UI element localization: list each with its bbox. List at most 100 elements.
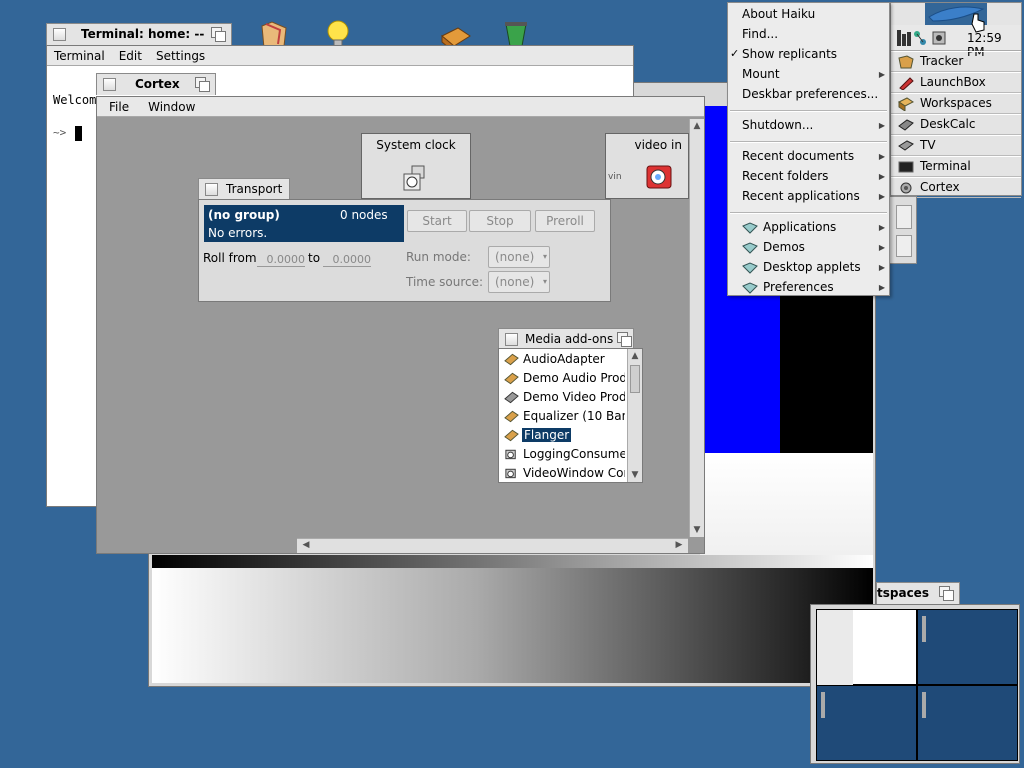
close-icon[interactable] — [205, 183, 218, 196]
menu-item-demos[interactable]: Demos — [763, 240, 805, 254]
menu-item-desktop-applets[interactable]: Desktop applets — [763, 260, 861, 274]
start-button[interactable]: Start — [407, 210, 467, 232]
workspace-window-thumb — [817, 610, 853, 686]
cortex-vertical-scrollbar[interactable]: ▲ ▼ — [689, 119, 704, 537]
volume-icon[interactable] — [931, 30, 947, 46]
submenu-arrow-icon: ▶ — [878, 152, 885, 161]
zoom-icon[interactable] — [617, 332, 632, 347]
workspace-window-thumb — [922, 616, 926, 642]
scroll-down-arrow[interactable]: ▼ — [628, 470, 642, 480]
deskbar-app-deskcalc[interactable]: DeskCalc — [891, 114, 1021, 135]
transport-window: (no group) 0 nodes No errors. Start Stop… — [198, 199, 611, 302]
list-item[interactable]: Demo Audio Produc — [501, 369, 625, 388]
media-addons-tab[interactable]: Media add-ons — [498, 328, 634, 350]
menu-terminal[interactable]: Terminal — [47, 46, 112, 66]
roll-from-input[interactable]: 0.0000 — [257, 253, 305, 267]
submenu-arrow-icon: ▶ — [878, 192, 885, 201]
submenu-arrow-icon: ▶ — [878, 121, 885, 130]
workspace-window-thumb — [922, 692, 926, 718]
submenu-arrow-icon: ▶ — [878, 243, 885, 252]
replicant-box[interactable] — [896, 205, 912, 229]
scroll-left-arrow[interactable]: ◀ — [299, 540, 313, 550]
workspace-2[interactable] — [917, 609, 1018, 685]
stop-button[interactable]: Stop — [469, 210, 531, 232]
roll-to-input[interactable]: 0.0000 — [323, 253, 371, 267]
run-mode-value: (none) — [495, 250, 535, 264]
network-icon[interactable] — [913, 30, 927, 46]
menu-item-preferences[interactable]: Preferences — [763, 280, 834, 294]
replicant-box[interactable] — [896, 235, 912, 257]
cortex-horizontal-scrollbar[interactable]: ◀ ▶ — [297, 538, 688, 553]
deskbar-app-tv[interactable]: TV — [891, 135, 1021, 156]
submenu-arrow-icon: ▶ — [878, 70, 885, 79]
deskbar-app-terminal[interactable]: Terminal — [891, 156, 1021, 177]
zoom-icon[interactable] — [939, 586, 954, 601]
menu-edit[interactable]: Edit — [112, 46, 149, 66]
video-in-label: video in — [634, 138, 682, 152]
close-icon[interactable] — [53, 28, 66, 41]
list-item-selected[interactable]: Flanger — [501, 426, 625, 445]
deskbar-app-launchbox[interactable]: LaunchBox — [891, 72, 1021, 93]
menu-file[interactable]: File — [97, 97, 136, 117]
workspaces-window[interactable] — [810, 604, 1020, 764]
close-icon[interactable] — [103, 78, 116, 91]
video-in-node[interactable]: video in vin — [605, 133, 689, 199]
video-addon-icon — [504, 391, 519, 404]
cortex-icon — [900, 182, 912, 194]
menu-item-find[interactable]: Find... — [742, 27, 778, 41]
menu-item-recent-folders[interactable]: Recent folders — [742, 169, 828, 183]
terminal-tab[interactable]: Terminal: home: -- — [46, 23, 232, 45]
cortex-title: Cortex — [135, 77, 180, 91]
process-monitor-icon[interactable] — [897, 30, 911, 46]
scroll-up-arrow[interactable]: ▲ — [690, 121, 704, 131]
zoom-icon[interactable] — [211, 27, 226, 42]
deskbar-app-tracker[interactable]: Tracker — [891, 51, 1021, 72]
scroll-thumb[interactable] — [630, 365, 640, 393]
list-item[interactable]: Equalizer (10 Band) — [501, 407, 625, 426]
run-mode-select[interactable]: (none) ▾ — [488, 246, 550, 268]
menu-item-show-replicants[interactable]: Show replicants — [742, 47, 837, 61]
system-clock-node[interactable]: System clock — [361, 133, 471, 199]
addons-scrollbar[interactable]: ▲ ▼ — [627, 349, 642, 482]
video-frame-grayscale-top — [152, 555, 873, 568]
consumer-addon-icon — [505, 468, 516, 479]
workspaces-tab[interactable]: tspaces — [876, 582, 960, 604]
preroll-button[interactable]: Preroll — [535, 210, 595, 232]
transport-tab[interactable]: Transport — [198, 178, 290, 200]
menu-item-recent-documents[interactable]: Recent documents — [742, 149, 854, 163]
workspace-3[interactable] — [816, 685, 917, 761]
cortex-tab[interactable]: Cortex — [96, 73, 216, 95]
workspace-window-thumb — [821, 692, 825, 718]
menu-settings[interactable]: Settings — [149, 46, 212, 66]
scroll-right-arrow[interactable]: ▶ — [672, 540, 686, 550]
deskbar-app-workspaces[interactable]: Workspaces — [891, 93, 1021, 114]
time-source-select[interactable]: (none) ▾ — [488, 271, 550, 293]
deskbar-app-cortex[interactable]: Cortex — [891, 177, 1021, 198]
menu-item-mount[interactable]: Mount — [742, 67, 780, 81]
folder-icon — [742, 262, 758, 274]
scroll-up-arrow[interactable]: ▲ — [628, 351, 642, 361]
list-item[interactable]: VideoWindow Cons — [501, 464, 625, 483]
menu-item-about-haiku[interactable]: About Haiku — [742, 7, 815, 21]
workspace-1[interactable] — [816, 609, 917, 686]
time-source-value: (none) — [495, 275, 535, 289]
menu-window[interactable]: Window — [136, 97, 202, 117]
list-item[interactable]: LoggingConsumer — [501, 445, 625, 464]
roll-from-label: Roll from — [203, 251, 257, 265]
menu-item-recent-applications[interactable]: Recent applications — [742, 189, 860, 203]
menu-separator — [730, 212, 887, 214]
menu-item-deskbar-preferences[interactable]: Deskbar preferences... — [742, 87, 878, 101]
scroll-down-arrow[interactable]: ▼ — [690, 525, 704, 535]
zoom-icon[interactable] — [195, 77, 210, 92]
list-item[interactable]: Demo Video Produc — [501, 388, 625, 407]
menu-item-applications[interactable]: Applications — [763, 220, 836, 234]
workspace-4[interactable] — [917, 685, 1018, 761]
close-icon[interactable] — [505, 333, 518, 346]
video-frame-white — [700, 453, 873, 555]
tray: 12:59 PM — [891, 25, 1021, 59]
menu-item-shutdown[interactable]: Shutdown... — [742, 118, 813, 132]
terminal-icon — [898, 161, 914, 173]
cortex-menubar: File Window — [97, 97, 704, 117]
deskbar-menu: About Haiku Find... ✓ Show replicants Mo… — [727, 2, 890, 296]
list-item[interactable]: AudioAdapter — [501, 350, 625, 369]
